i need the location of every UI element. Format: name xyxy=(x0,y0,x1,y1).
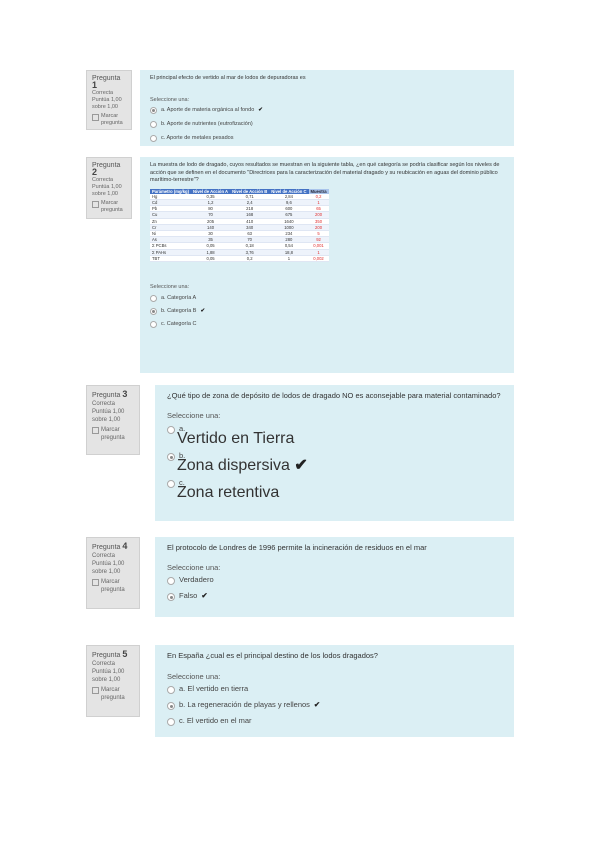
answer-option-c[interactable]: c. Categoría C xyxy=(150,320,504,328)
flag-question-button[interactable]: Marcar pregunta xyxy=(92,578,134,594)
table-row: TBT 0,05 0,2 1 0,002 xyxy=(150,255,329,262)
answer-option-b[interactable]: b. Aporte de nutrientes (eutrofización) xyxy=(150,120,504,128)
table-cell: 0,002 xyxy=(308,255,329,262)
question-status: Correcta xyxy=(92,553,116,559)
flag-icon xyxy=(92,201,99,208)
answer-option-b[interactable]: b. Categoría B ✔ xyxy=(150,307,504,315)
answer-option-c[interactable]: c. El vertido en el mar xyxy=(167,716,502,726)
question-score-max: sobre 1,00 xyxy=(92,569,121,575)
question-number: Pregunta 1 xyxy=(92,75,121,90)
answer-option-a[interactable]: a. Categoría A xyxy=(150,294,504,302)
select-one-prompt: Seleccione una: xyxy=(167,672,221,681)
check-icon: ✔ xyxy=(258,106,263,113)
answer-option-false[interactable]: Falso ✔ xyxy=(167,591,502,601)
select-one-prompt: Seleccione una: xyxy=(167,563,221,572)
question-info-5: Pregunta 5 Correcta Puntúa 1,00 sobre 1,… xyxy=(86,645,140,717)
question-info-4: Pregunta 4 Correcta Puntúa 1,00 sobre 1,… xyxy=(86,537,140,609)
radio-button[interactable] xyxy=(150,307,157,315)
flag-question-button[interactable]: Marcar pregunta xyxy=(92,200,126,214)
question-content-4: El protocolo de Londres de 1996 permite … xyxy=(155,537,514,617)
question-number: Pregunta 4 xyxy=(92,541,128,552)
question-score: Puntúa 1,00 xyxy=(92,409,125,415)
select-one-prompt: Seleccione una: xyxy=(150,283,190,290)
question-number: Pregunta 5 xyxy=(92,649,128,660)
table-header: Nivel de Acción C xyxy=(269,188,309,194)
question-score: Puntúa 1,00 xyxy=(92,561,125,567)
check-icon: ✔ xyxy=(201,591,208,600)
table-header: Muestra xyxy=(308,188,329,194)
question-content-5: En España ¿cual es el principal destino … xyxy=(155,645,514,737)
answer-option-b[interactable]: b. La regeneración de playas y rellenos ✔ xyxy=(167,700,502,710)
answer-option-a[interactable]: a. El vertido en tierra xyxy=(167,684,502,694)
radio-button[interactable] xyxy=(150,134,157,142)
table-header: Nivel de Acción B xyxy=(230,188,270,194)
table-cell: TBT xyxy=(150,255,191,262)
question-content-1: El principal efecto de vertido al mar de… xyxy=(140,70,514,146)
question-status: Correcta xyxy=(92,90,114,96)
radio-button[interactable] xyxy=(167,453,175,461)
radio-button[interactable] xyxy=(150,320,157,328)
table-header: Nivel de Acción A xyxy=(191,188,231,194)
option-text: Zona retentiva xyxy=(177,484,280,501)
question-score: Puntúa 1,00 xyxy=(92,184,122,190)
radio-button[interactable] xyxy=(167,577,175,585)
question-score-max: sobre 1,00 xyxy=(92,104,118,110)
table-cell: 0,2 xyxy=(230,255,270,262)
question-score: Puntúa 1,00 xyxy=(92,669,125,675)
option-text: Vertido en Tierra xyxy=(177,430,295,447)
radio-button[interactable] xyxy=(167,686,175,694)
question-info-2: Pregunta 2 Correcta Puntúa 1,00 sobre 1,… xyxy=(86,157,132,219)
radio-button[interactable] xyxy=(150,294,157,302)
question-status: Correcta xyxy=(92,401,116,407)
flag-question-button[interactable]: Marcar pregunta xyxy=(92,113,126,127)
radio-button[interactable] xyxy=(167,480,175,488)
answer-option-a[interactable]: a. Vertido en Tierra xyxy=(167,424,502,447)
table-cell: 1 xyxy=(269,255,309,262)
question-text: La muestra de lodo de dragado, cuyos res… xyxy=(150,162,500,183)
check-icon: ✔ xyxy=(313,700,321,709)
option-text: Zona dispersiva xyxy=(177,457,290,474)
question-content-2: La muestra de lodo de dragado, cuyos res… xyxy=(140,157,514,373)
radio-button[interactable] xyxy=(150,120,157,128)
heavy-metals-table: Parámetro (mg/kg) Nivel de Acción A Nive… xyxy=(150,188,329,262)
question-number: Pregunta 3 xyxy=(92,389,128,400)
question-text: El principal efecto de vertido al mar de… xyxy=(150,75,306,81)
radio-button[interactable] xyxy=(167,702,175,710)
radio-button[interactable] xyxy=(167,426,175,434)
answer-option-b[interactable]: b. Zona dispersiva ✔ xyxy=(167,451,502,474)
question-status: Correcta xyxy=(92,177,114,183)
flag-question-button[interactable]: Marcar pregunta xyxy=(92,686,134,702)
question-score-max: sobre 1,00 xyxy=(92,191,118,197)
question-text: El protocolo de Londres de 1996 permite … xyxy=(167,543,427,552)
table-header: Parámetro (mg/kg) xyxy=(150,188,191,194)
table-cell: 0,05 xyxy=(191,255,231,262)
question-info-3: Pregunta 3 Correcta Puntúa 1,00 sobre 1,… xyxy=(86,385,140,455)
answer-option-c[interactable]: c. Zona retentiva xyxy=(167,478,502,501)
answer-option-c[interactable]: c. Aporte de metales pesados xyxy=(150,134,504,142)
select-one-prompt: Seleccione una: xyxy=(167,411,221,420)
question-status: Correcta xyxy=(92,661,116,667)
question-text: ¿Qué tipo de zona de depósito de lodos d… xyxy=(167,391,501,400)
radio-button[interactable] xyxy=(167,593,175,601)
radio-button[interactable] xyxy=(167,718,175,726)
flag-icon xyxy=(92,114,99,121)
answer-option-a[interactable]: a. Aporte de materia orgánica al fondo ✔ xyxy=(150,106,504,114)
answer-option-true[interactable]: Verdadero xyxy=(167,575,502,585)
select-one-prompt: Seleccione una: xyxy=(150,96,190,103)
check-icon: ✔ xyxy=(294,457,308,474)
question-content-3: ¿Qué tipo de zona de depósito de lodos d… xyxy=(155,385,514,521)
flag-icon xyxy=(92,687,99,694)
question-info-1: Pregunta 1 Correcta Puntúa 1,00 sobre 1,… xyxy=(86,70,132,130)
question-score: Puntúa 1,00 xyxy=(92,97,122,103)
flag-icon xyxy=(92,427,99,434)
radio-button[interactable] xyxy=(150,106,157,114)
flag-question-button[interactable]: Marcar pregunta xyxy=(92,426,134,442)
question-number: Pregunta 2 xyxy=(92,162,121,177)
check-icon: ✔ xyxy=(200,307,206,314)
question-score-max: sobre 1,00 xyxy=(92,417,121,423)
question-score-max: sobre 1,00 xyxy=(92,677,121,683)
question-text: En España ¿cual es el principal destino … xyxy=(167,651,378,660)
flag-icon xyxy=(92,579,99,586)
